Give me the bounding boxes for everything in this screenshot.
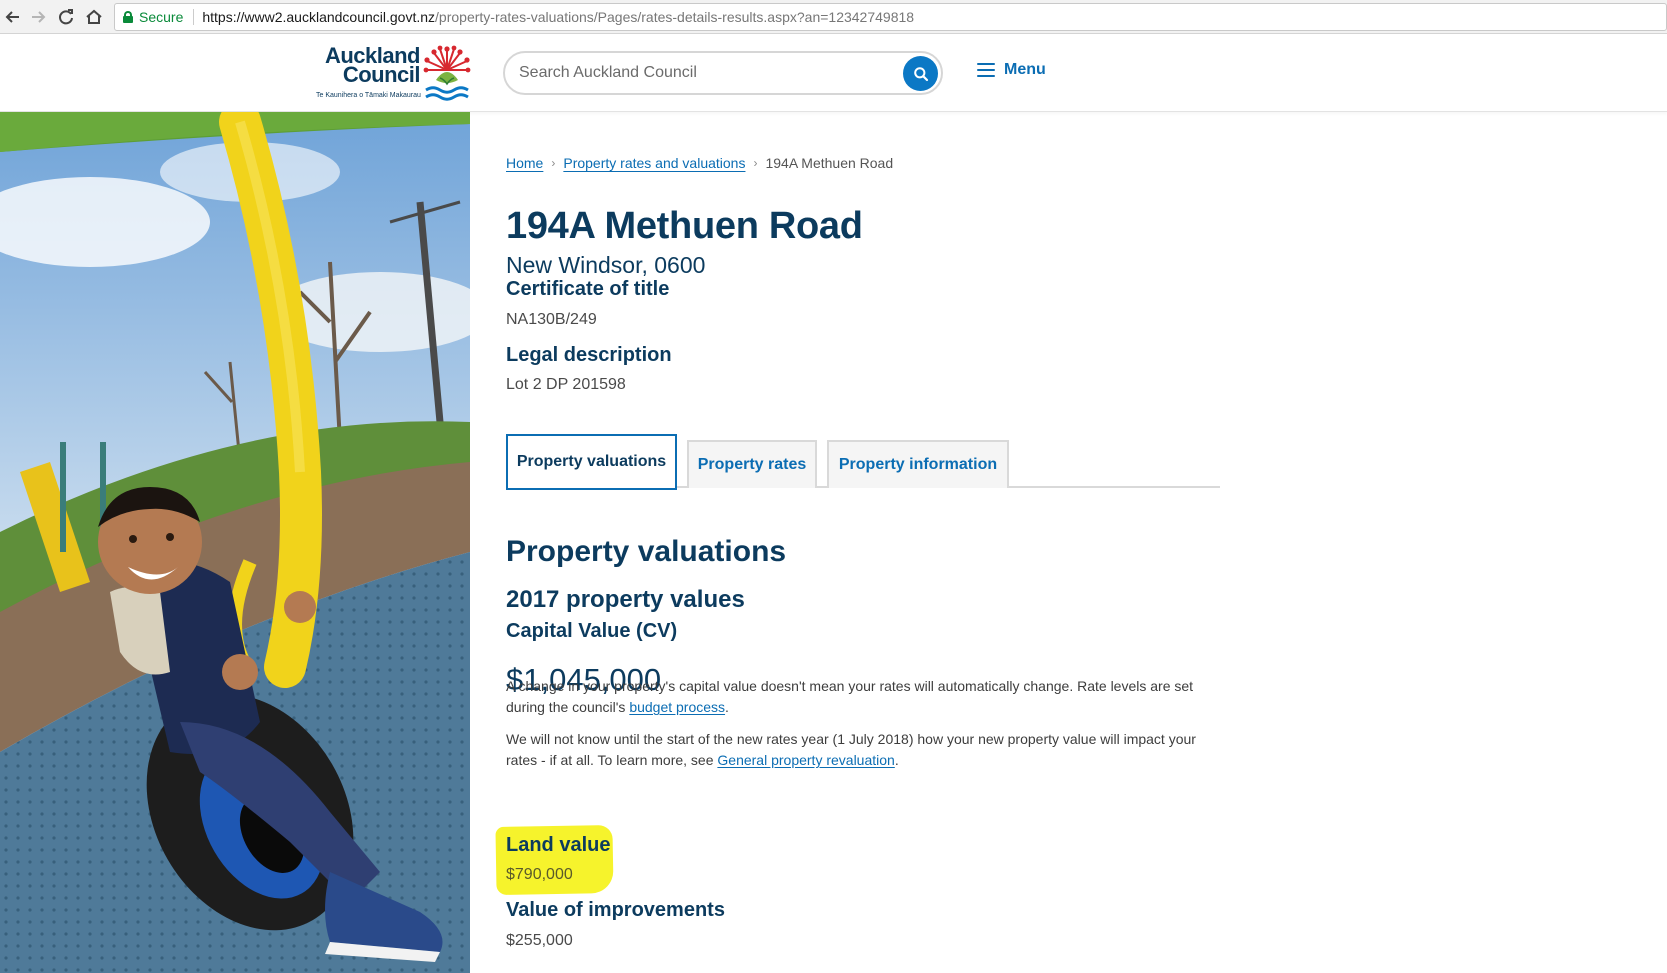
property-suburb: New Windsor, 0600 bbox=[506, 252, 706, 278]
note-end: . bbox=[894, 752, 899, 768]
budget-process-link[interactable]: budget process bbox=[629, 699, 725, 715]
capital-value-label: Capital Value (CV) bbox=[506, 620, 678, 642]
search-icon bbox=[913, 66, 928, 81]
certificate-label: Certificate of title bbox=[506, 278, 670, 300]
auckland-council-logo[interactable]: Auckland Council Te Kaunihera o Tāmaki M… bbox=[316, 44, 472, 104]
child-on-swing-image bbox=[0, 112, 470, 973]
revaluation-note: We will not know until the start of the … bbox=[506, 729, 1196, 771]
breadcrumb-current: 194A Methuen Road bbox=[765, 155, 894, 171]
search-input[interactable] bbox=[519, 61, 879, 85]
breadcrumb: Home › Property rates and valuations › 1… bbox=[506, 155, 893, 171]
values-year-heading: 2017 property values bbox=[506, 586, 745, 613]
legal-description-value: Lot 2 DP 201598 bbox=[506, 376, 626, 393]
section-heading: Property valuations bbox=[506, 535, 787, 568]
forward-arrow-icon[interactable] bbox=[27, 6, 49, 28]
note-text: A change in your property's capital valu… bbox=[506, 678, 1194, 715]
lock-icon bbox=[123, 11, 133, 23]
address-bar[interactable]: Secure https://www2.aucklandcouncil.govt… bbox=[114, 3, 1667, 31]
land-value-label: Land value bbox=[506, 834, 611, 856]
menu-button[interactable]: Menu bbox=[977, 61, 1046, 79]
note-end: . bbox=[725, 699, 729, 715]
general-revaluation-link[interactable]: General property revaluation bbox=[717, 752, 894, 768]
logo-wordmark: Auckland Council bbox=[316, 45, 421, 86]
legal-description-label: Legal description bbox=[506, 344, 672, 366]
chevron-right-icon: › bbox=[753, 156, 758, 170]
search-button[interactable] bbox=[903, 56, 938, 91]
tab-property-valuations[interactable]: Property valuations bbox=[506, 434, 677, 490]
back-arrow-icon[interactable] bbox=[2, 6, 24, 28]
home-icon[interactable] bbox=[83, 6, 105, 28]
reload-icon[interactable] bbox=[55, 6, 77, 28]
breadcrumb-home-link[interactable]: Home bbox=[506, 155, 543, 171]
logo-tagline: Te Kaunihera o Tāmaki Makaurau bbox=[316, 92, 421, 99]
url-path: /property-rates-valuations/Pages/rates-d… bbox=[435, 9, 915, 25]
pohutukawa-flower-icon bbox=[423, 45, 471, 101]
page-title: 194A Methuen Road bbox=[506, 205, 863, 247]
breadcrumb-section-link[interactable]: Property rates and valuations bbox=[563, 155, 745, 171]
site-header: Auckland Council Te Kaunihera o Tāmaki M… bbox=[0, 34, 1667, 112]
address-separator bbox=[193, 9, 195, 25]
tab-property-information[interactable]: Property information bbox=[827, 440, 1009, 488]
tab-property-rates[interactable]: Property rates bbox=[687, 440, 817, 488]
capital-value-note: A change in your property's capital valu… bbox=[506, 676, 1196, 718]
certificate-value: NA130B/249 bbox=[506, 311, 597, 328]
secure-label: Secure bbox=[139, 9, 184, 25]
property-tabs: Property valuations Property rates Prope… bbox=[506, 434, 1220, 490]
land-value-amount: $790,000 bbox=[506, 866, 573, 883]
improvements-amount: $255,000 bbox=[506, 932, 573, 949]
chevron-right-icon: › bbox=[551, 156, 556, 170]
improvements-label: Value of improvements bbox=[506, 899, 725, 921]
menu-label: Menu bbox=[1004, 61, 1046, 78]
url-host: https://www2.aucklandcouncil.govt.nz bbox=[202, 9, 436, 25]
hero-photo bbox=[0, 112, 470, 973]
hamburger-icon bbox=[977, 63, 995, 77]
site-search bbox=[503, 51, 943, 95]
browser-toolbar: Secure https://www2.aucklandcouncil.govt… bbox=[0, 0, 1667, 34]
